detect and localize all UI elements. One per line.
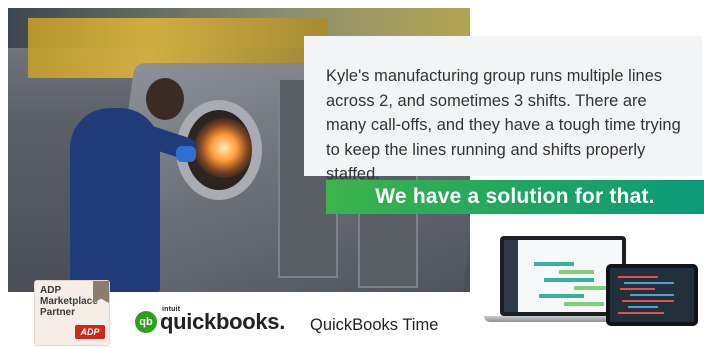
tablet-report-view	[610, 268, 694, 322]
photo-worker-glove	[176, 146, 196, 162]
laptop-sidebar	[504, 240, 518, 312]
tablet-bar	[630, 294, 674, 296]
tablet-bar	[622, 300, 674, 302]
schedule-bar	[544, 278, 594, 282]
message-body: Kyle's manufacturing group runs multiple…	[326, 67, 681, 183]
tablet-bar	[628, 306, 658, 308]
schedule-bar	[564, 302, 604, 306]
photo-worker-head	[146, 78, 184, 120]
tablet-bar	[618, 312, 664, 314]
schedule-bar	[539, 294, 584, 298]
message-box: Kyle's manufacturing group runs multiple…	[304, 36, 702, 183]
adp-logo-icon: ADP	[75, 325, 105, 339]
photo-sparks	[194, 118, 254, 178]
tablet-bar	[624, 282, 674, 284]
schedule-bar	[534, 262, 574, 266]
quickbooks-wordmark: quickbooks.	[160, 309, 286, 334]
quickbooks-time-label: QuickBooks Time	[310, 316, 439, 334]
tablet-bar	[618, 276, 658, 278]
solution-banner-text: We have a solution for that.	[375, 185, 655, 208]
solution-banner: We have a solution for that.	[326, 180, 704, 214]
adp-marketplace-badge: ADP Marketplace Partner ADP	[34, 280, 110, 346]
tablet-device	[606, 264, 698, 326]
tablet-bar	[620, 288, 655, 290]
laptop-schedule-view	[504, 240, 622, 312]
schedule-bar	[559, 270, 594, 274]
qb-circle-icon: qb	[135, 311, 157, 333]
